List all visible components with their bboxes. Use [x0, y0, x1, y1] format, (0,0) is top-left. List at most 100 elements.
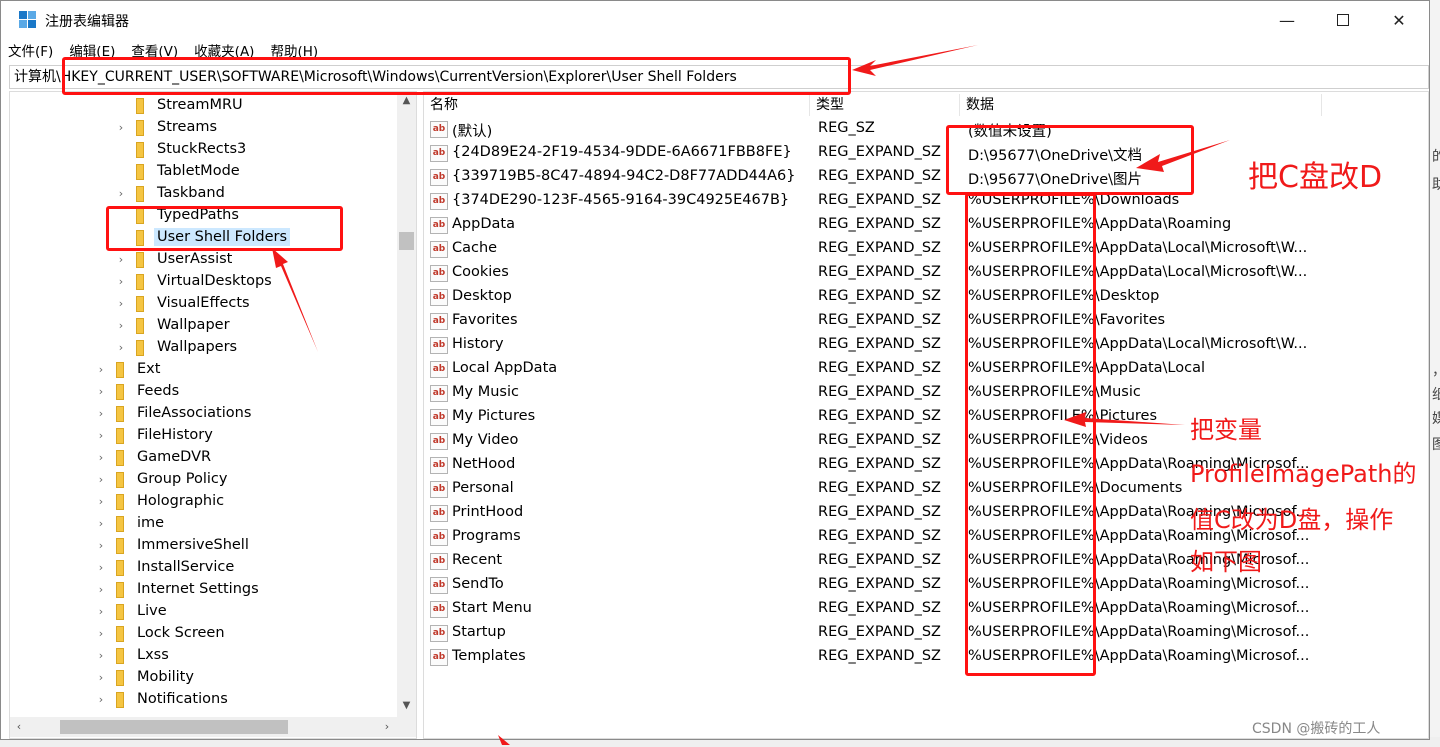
tree-item[interactable]: › Mobility: [94, 666, 197, 688]
chevron-right-icon[interactable]: ›: [94, 649, 108, 662]
scroll-left-icon[interactable]: ‹: [10, 717, 28, 737]
tree-item[interactable]: › FileHistory: [94, 424, 216, 446]
chevron-right-icon[interactable]: ›: [114, 275, 128, 288]
tree-item[interactable]: › GameDVR: [94, 446, 214, 468]
string-value-icon: ab: [430, 601, 448, 618]
close-button[interactable]: ✕: [1371, 1, 1427, 39]
tree-item[interactable]: › Wallpaper: [114, 314, 233, 336]
value-type: REG_EXPAND_SZ: [818, 528, 941, 544]
chevron-right-icon[interactable]: ›: [94, 583, 108, 596]
tree-item[interactable]: › FileAssociations: [94, 402, 254, 424]
folder-icon: [112, 603, 126, 620]
string-value-icon: ab: [430, 481, 448, 498]
tree-item-label: Holographic: [137, 493, 225, 509]
tree-item[interactable]: › Notifications: [94, 688, 231, 710]
chevron-right-icon[interactable]: ›: [114, 253, 128, 266]
value-row[interactable]: ab My Music REG_EXPAND_SZ %USERPROFILE%\Mus…: [424, 382, 1424, 406]
tree-item[interactable]: › Internet Settings: [94, 578, 262, 600]
value-name: Cache: [452, 240, 498, 256]
column-header-name[interactable]: 名称: [424, 94, 810, 116]
string-value-icon: ab: [430, 121, 448, 138]
folder-icon: [132, 339, 146, 356]
chevron-right-icon[interactable]: ›: [94, 693, 108, 706]
folder-icon: [112, 691, 126, 708]
chevron-right-icon[interactable]: ›: [94, 495, 108, 508]
chevron-right-icon[interactable]: ›: [94, 561, 108, 574]
tree-item[interactable]: › Wallpapers: [114, 336, 240, 358]
chevron-right-icon[interactable]: ›: [114, 121, 128, 134]
string-value-icon: ab: [430, 385, 448, 402]
tree-item[interactable]: › Feeds: [94, 380, 182, 402]
chevron-right-icon[interactable]: ›: [114, 319, 128, 332]
value-type: REG_EXPAND_SZ: [818, 648, 941, 664]
value-row[interactable]: ab Start Menu REG_EXPAND_SZ %USERPROFILE%\A…: [424, 598, 1424, 622]
value-row[interactable]: ab Recent REG_EXPAND_SZ %USERPROFILE%\AppDa…: [424, 550, 1424, 574]
minimize-button[interactable]: —: [1259, 1, 1315, 39]
menu-file[interactable]: 文件(F): [1, 41, 60, 63]
tree-item[interactable]: › Taskband: [114, 182, 228, 204]
value-row[interactable]: ab Startup REG_EXPAND_SZ %USERPROFILE%\AppD…: [424, 622, 1424, 646]
value-row[interactable]: ab AppData REG_EXPAND_SZ %USERPROFILE%\AppD…: [424, 214, 1424, 238]
tree-item[interactable]: TabletMode: [114, 160, 243, 182]
value-row[interactable]: ab Cookies REG_EXPAND_SZ %USERPROFILE%\AppD…: [424, 262, 1424, 286]
tree-item[interactable]: › Streams: [114, 116, 220, 138]
value-row[interactable]: ab Desktop REG_EXPAND_SZ %USERPROFILE%\Desk…: [424, 286, 1424, 310]
tree-item[interactable]: StreamMRU: [114, 94, 246, 116]
string-value-icon: ab: [430, 337, 448, 354]
value-name: Personal: [452, 480, 514, 496]
column-header-type[interactable]: 类型: [810, 94, 960, 116]
chevron-right-icon[interactable]: ›: [94, 517, 108, 530]
value-row[interactable]: ab (默认) REG_SZ (数值未设置): [424, 118, 1424, 142]
chevron-right-icon[interactable]: ›: [94, 407, 108, 420]
maximize-button[interactable]: [1315, 1, 1371, 39]
tree-vertical-scrollbar[interactable]: ▲ ▼: [397, 92, 416, 717]
tree-item-label: Wallpapers: [157, 339, 238, 355]
value-row[interactable]: ab Favorites REG_EXPAND_SZ %USERPROFILE%\Fa…: [424, 310, 1424, 334]
value-row[interactable]: ab SendTo REG_EXPAND_SZ %USERPROFILE%\AppDa…: [424, 574, 1424, 598]
value-type: REG_EXPAND_SZ: [818, 264, 941, 280]
chevron-right-icon[interactable]: ›: [94, 363, 108, 376]
chevron-right-icon[interactable]: ›: [114, 297, 128, 310]
tree-item[interactable]: › Lock Screen: [94, 622, 228, 644]
tree-item[interactable]: › Holographic: [94, 490, 227, 512]
value-row[interactable]: ab History REG_EXPAND_SZ %USERPROFILE%\AppD…: [424, 334, 1424, 358]
folder-icon: [112, 647, 126, 664]
tree-item[interactable]: › InstallService: [94, 556, 237, 578]
tree-item-label: FileAssociations: [137, 405, 252, 421]
chevron-right-icon[interactable]: ›: [114, 341, 128, 354]
tree-item-label: VirtualDesktops: [157, 273, 272, 289]
tree-item[interactable]: › VisualEffects: [114, 292, 253, 314]
minimize-icon: —: [1279, 10, 1295, 30]
tree-item[interactable]: › Live: [94, 600, 170, 622]
tree-item[interactable]: › Group Policy: [94, 468, 230, 490]
title-bar[interactable]: 注册表编辑器 — ✕: [1, 1, 1429, 39]
value-row[interactable]: ab My Pictures REG_EXPAND_SZ %USERPROFILE%\…: [424, 406, 1424, 430]
value-row[interactable]: ab My Video REG_EXPAND_SZ %USERPROFILE%\Vid…: [424, 430, 1424, 454]
scroll-thumb[interactable]: [399, 232, 414, 250]
tree-horizontal-scrollbar[interactable]: ‹ ›: [10, 717, 416, 737]
chevron-right-icon[interactable]: ›: [94, 385, 108, 398]
tree-item[interactable]: › ime: [94, 512, 167, 534]
tree-item[interactable]: › Ext: [94, 358, 163, 380]
tree-item[interactable]: › UserAssist: [114, 248, 235, 270]
chevron-right-icon[interactable]: ›: [94, 605, 108, 618]
chevron-right-icon[interactable]: ›: [94, 451, 108, 464]
tree-item[interactable]: › Lxss: [94, 644, 172, 666]
chevron-right-icon[interactable]: ›: [94, 671, 108, 684]
tree-item[interactable]: StuckRects3: [114, 138, 249, 160]
scroll-right-icon[interactable]: ›: [378, 717, 396, 737]
value-row[interactable]: ab Templates REG_EXPAND_SZ %USERPROFILE%\Ap…: [424, 646, 1424, 670]
scroll-thumb[interactable]: [60, 720, 288, 734]
tree-item[interactable]: › VirtualDesktops: [114, 270, 275, 292]
value-row[interactable]: ab Cache REG_EXPAND_SZ %USERPROFILE%\AppDat…: [424, 238, 1424, 262]
chevron-right-icon[interactable]: ›: [94, 627, 108, 640]
chevron-right-icon[interactable]: ›: [114, 187, 128, 200]
chevron-right-icon[interactable]: ›: [94, 429, 108, 442]
chevron-right-icon[interactable]: ›: [94, 539, 108, 552]
chevron-right-icon[interactable]: ›: [94, 473, 108, 486]
tree-item[interactable]: › ImmersiveShell: [94, 534, 252, 556]
column-header-data[interactable]: 数据: [960, 94, 1322, 116]
scroll-down-icon[interactable]: ▼: [397, 697, 416, 715]
value-row[interactable]: ab Local AppData REG_EXPAND_SZ %USERPROFILE…: [424, 358, 1424, 382]
folder-icon: [112, 361, 126, 378]
